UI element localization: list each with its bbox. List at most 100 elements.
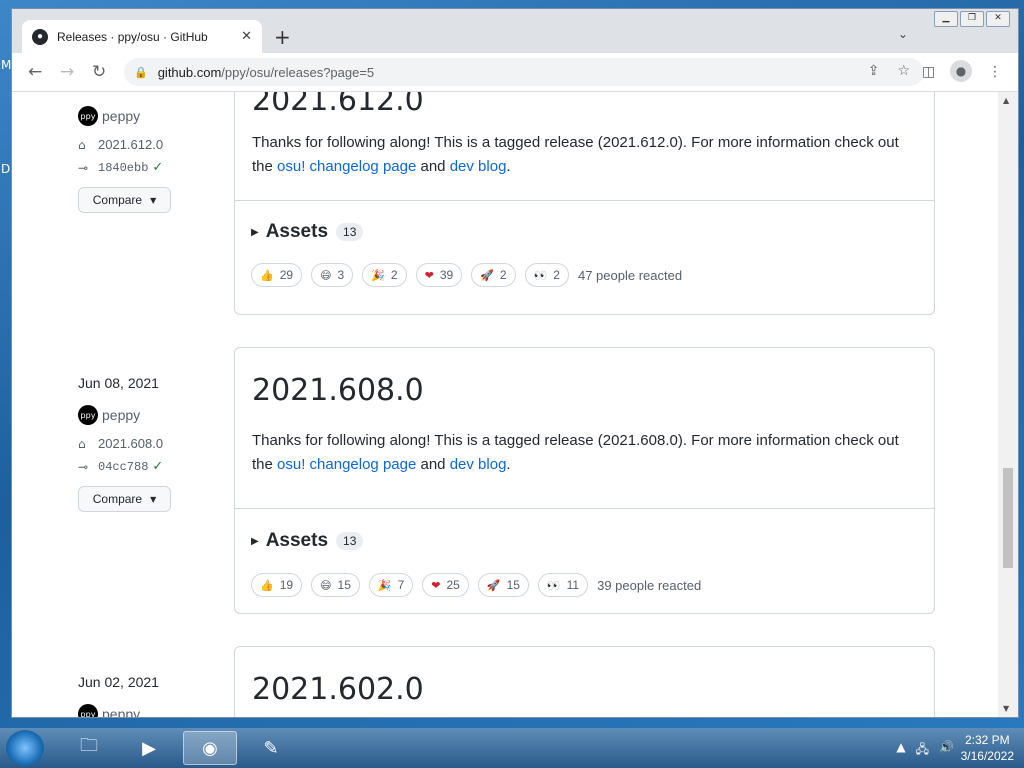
taskbar: 🗀 ▶ ◉ ✎ ▲ 🖧 🔊 2:32 PM 3/16/2022 bbox=[0, 728, 1024, 768]
bookmark-star-icon[interactable]: ☆ bbox=[897, 63, 910, 79]
card-divider bbox=[235, 200, 934, 201]
tag-icon: ⌂ bbox=[78, 436, 86, 451]
release-commit[interactable]: ⊸ 04cc788 ✓ bbox=[78, 459, 163, 474]
verified-check-icon: ✓ bbox=[152, 459, 164, 474]
desktop-label-m: M bbox=[1, 58, 12, 72]
reaction-rocket[interactable]: 🚀 15 bbox=[477, 573, 529, 597]
network-icon[interactable]: 🖧 bbox=[916, 740, 929, 761]
page-scrollbar[interactable]: ▲ ▼ bbox=[998, 92, 1018, 717]
new-tab-button[interactable]: + bbox=[274, 25, 291, 49]
release-date: Jun 08, 2021 bbox=[78, 375, 159, 391]
release-body: Thanks for following along! This is a ta… bbox=[252, 432, 899, 473]
reaction-rocket[interactable]: 🚀 2 bbox=[471, 263, 516, 287]
side-panel-icon[interactable]: ◫ bbox=[922, 64, 935, 80]
release-commit[interactable]: ⊸ 1840ebb ✓ bbox=[78, 160, 163, 175]
reaction-thumbs-up[interactable]: 👍 19 bbox=[251, 573, 303, 597]
url-text: github.com/ppy/osu/releases?page=5 bbox=[157, 64, 375, 80]
compare-button[interactable]: Compare ▼ bbox=[78, 187, 171, 213]
dev-blog-link[interactable]: dev blog bbox=[450, 158, 507, 175]
assets-count: 13 bbox=[336, 532, 364, 550]
compare-button[interactable]: Compare ▼ bbox=[78, 486, 171, 512]
release-author[interactable]: ppy peppy bbox=[78, 405, 140, 425]
release-tag[interactable]: ⌂ 2021.612.0 bbox=[78, 137, 163, 152]
reaction-hooray[interactable]: 🎉 2 bbox=[362, 263, 407, 287]
share-icon[interactable]: ⇪ bbox=[868, 63, 880, 79]
rocket-icon: 🚀 bbox=[480, 268, 494, 282]
eyes-icon: 👀 bbox=[546, 578, 561, 592]
reaction-heart[interactable]: ❤ 39 bbox=[415, 263, 463, 287]
thumbs-up-icon: 👍 bbox=[260, 268, 274, 282]
show-hidden-icons-icon[interactable]: ▲ bbox=[896, 740, 905, 761]
system-tray: ▲ 🖧 🔊 bbox=[896, 740, 954, 761]
expand-triangle-icon: ▶ bbox=[251, 535, 259, 547]
release-body: Thanks for following along! This is a ta… bbox=[252, 134, 899, 175]
reaction-hooray[interactable]: 🎉 7 bbox=[368, 573, 414, 597]
release-title[interactable]: 2021.612.0 bbox=[252, 92, 424, 118]
avatar: ppy bbox=[78, 405, 98, 425]
scroll-down-icon[interactable]: ▼ bbox=[1003, 704, 1009, 713]
feather-icon[interactable]: ✎ bbox=[244, 731, 298, 765]
reactions-bar: 👍 29 😄 3 🎉 2 ❤ 39 🚀 2 👀 2 47 people reacted bbox=[251, 263, 682, 287]
reaction-heart[interactable]: ❤ 25 bbox=[422, 573, 469, 597]
volume-icon[interactable]: 🔊 bbox=[939, 740, 954, 761]
release-card: 2021.602.0 bbox=[234, 646, 935, 717]
reaction-eyes[interactable]: 👀 2 bbox=[524, 263, 569, 287]
tab-releases[interactable]: ● Releases · ppy/osu · GitHub ✕ bbox=[22, 20, 262, 53]
chevron-down-icon: ▼ bbox=[150, 494, 157, 504]
scrollbar-thumb[interactable] bbox=[1003, 468, 1013, 568]
verified-check-icon: ✓ bbox=[152, 160, 164, 175]
expand-triangle-icon: ▶ bbox=[251, 226, 259, 238]
reaction-laugh[interactable]: 😄 15 bbox=[311, 573, 360, 597]
dev-blog-link[interactable]: dev blog bbox=[450, 456, 507, 473]
reaction-laugh[interactable]: 😄 3 bbox=[311, 263, 354, 287]
assets-toggle[interactable]: ▶ Assets 13 bbox=[251, 530, 364, 552]
desktop-label-d: D bbox=[1, 162, 11, 176]
changelog-link[interactable]: osu! changelog page bbox=[277, 158, 416, 175]
release-author[interactable]: ppy peppy bbox=[78, 106, 140, 126]
commit-icon: ⊸ bbox=[78, 160, 89, 175]
commit-icon: ⊸ bbox=[78, 459, 89, 474]
heart-icon: ❤ bbox=[431, 578, 441, 592]
release-date: Jun 02, 2021 bbox=[78, 674, 159, 690]
profile-avatar[interactable]: ● bbox=[950, 60, 972, 82]
explorer-icon[interactable]: 🗀 bbox=[62, 731, 116, 765]
reactions-bar: 👍 19 😄 15 🎉 7 ❤ 25 🚀 15 👀 11 39 people reacted bbox=[251, 573, 701, 597]
changelog-link[interactable]: osu! changelog page bbox=[277, 456, 416, 473]
clock-date: 3/16/2022 bbox=[960, 749, 1014, 763]
reaction-summary: 47 people reacted bbox=[577, 267, 683, 283]
reaction-thumbs-up[interactable]: 👍 29 bbox=[251, 263, 303, 287]
release-title[interactable]: 2021.608.0 bbox=[252, 373, 424, 408]
tab-close-icon[interactable]: ✕ bbox=[241, 29, 252, 44]
back-button[interactable]: ← bbox=[28, 62, 42, 82]
assets-toggle[interactable]: ▶ Assets 13 bbox=[251, 221, 364, 243]
assets-count: 13 bbox=[336, 223, 364, 241]
chevron-down-icon: ▼ bbox=[150, 195, 157, 205]
avatar: ppy bbox=[78, 704, 98, 717]
address-bar[interactable]: 🔒 github.com/ppy/osu/releases?page=5 ⇪ ☆ bbox=[124, 58, 924, 86]
release-card: 2021.612.0 Thanks for following along! T… bbox=[234, 92, 935, 315]
laugh-icon: 😄 bbox=[320, 268, 332, 282]
release-tag[interactable]: ⌂ 2021.608.0 bbox=[78, 436, 163, 451]
eyes-icon: 👀 bbox=[533, 268, 548, 282]
chrome-icon[interactable]: ◉ bbox=[183, 731, 237, 765]
reload-button[interactable]: ↻ bbox=[92, 62, 106, 82]
reaction-eyes[interactable]: 👀 11 bbox=[537, 573, 589, 597]
clock-time: 2:32 PM bbox=[964, 733, 1010, 747]
rocket-icon: 🚀 bbox=[486, 578, 501, 592]
start-button[interactable] bbox=[6, 730, 44, 766]
laugh-icon: 😄 bbox=[320, 578, 332, 592]
release-title[interactable]: 2021.602.0 bbox=[252, 672, 424, 707]
browser-menu-icon[interactable]: ⋮ bbox=[988, 64, 1002, 80]
tab-search-icon[interactable]: ⌄ bbox=[898, 27, 908, 41]
browser-window: ▁ ❐ ✕ ● Releases · ppy/osu · GitHub ✕ + … bbox=[11, 8, 1019, 718]
party-icon: 🎉 bbox=[371, 268, 385, 282]
clock[interactable]: 2:32 PM 3/16/2022 bbox=[961, 732, 1014, 764]
release-author[interactable]: ppy peppy bbox=[78, 704, 140, 717]
lock-icon: 🔒 bbox=[134, 65, 148, 79]
forward-button[interactable]: → bbox=[60, 62, 74, 82]
media-player-icon[interactable]: ▶ bbox=[122, 731, 176, 765]
scroll-up-icon[interactable]: ▲ bbox=[1003, 96, 1009, 105]
avatar: ppy bbox=[78, 106, 98, 126]
tab-title: Releases · ppy/osu · GitHub bbox=[57, 29, 208, 44]
tab-bar: ● Releases · ppy/osu · GitHub ✕ + ⌄ bbox=[12, 9, 1018, 53]
